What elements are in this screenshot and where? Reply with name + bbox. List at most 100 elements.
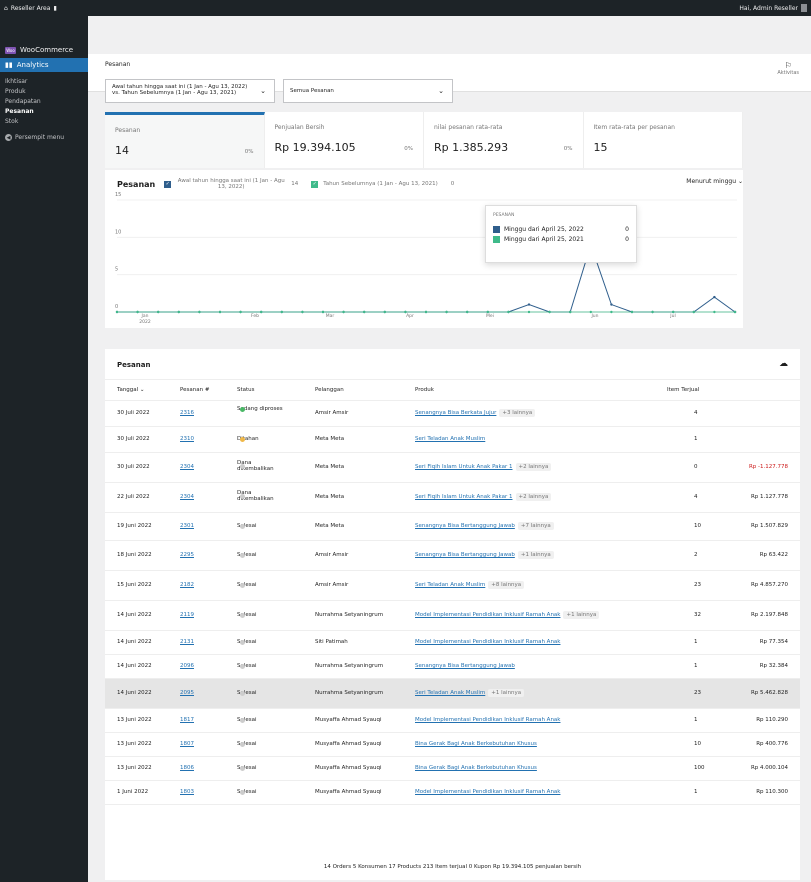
product-link[interactable]: Model Implementasi Pendidikan Inklusif R… xyxy=(415,717,560,723)
data-point-previous[interactable] xyxy=(218,310,222,314)
sidebar-item-analytics[interactable]: ▮▮ Analytics xyxy=(0,58,88,72)
data-point-previous[interactable] xyxy=(527,310,531,314)
order-link[interactable]: 2182 xyxy=(180,582,194,588)
order-link[interactable]: 2095 xyxy=(180,690,194,696)
more-products-badge[interactable]: +2 lainnya xyxy=(515,463,552,471)
product-link[interactable]: Senangnya Bisa Bertanggung Jawab xyxy=(415,523,515,529)
sidebar-woocommerce[interactable]: Woo WooCommerce xyxy=(0,42,88,58)
data-point-previous[interactable] xyxy=(136,310,139,314)
product-link[interactable]: Senangnya Bisa Bertanggung Jawab xyxy=(415,663,515,669)
more-products-badge[interactable]: +1 lainnya xyxy=(517,551,554,559)
order-link[interactable]: 1806 xyxy=(180,765,194,771)
product-link[interactable]: Bina Gerak Bagi Anak Berkebutuhan Khusus xyxy=(415,765,537,771)
summary-card-item-rata-rata[interactable]: Item rata-rata per pesanan 15 xyxy=(584,112,743,168)
data-point-current[interactable] xyxy=(713,295,716,299)
product-link[interactable]: Seri Teladan Anak Muslim xyxy=(415,436,485,442)
summary-card-penjualan-bersih[interactable]: Penjualan Bersih Rp 19.394.105 0% xyxy=(265,112,424,168)
product-link[interactable]: Model Implementasi Pendidikan Inklusif R… xyxy=(415,612,560,618)
product-link[interactable]: Model Implementasi Pendidikan Inklusif R… xyxy=(415,789,560,795)
data-point-previous[interactable] xyxy=(610,310,613,314)
product-link[interactable]: Seri Teladan Anak Muslim xyxy=(415,690,485,696)
order-link[interactable]: 2131 xyxy=(180,639,194,645)
product-link[interactable]: Bina Gerak Bagi Anak Berkebutuhan Khusus xyxy=(415,741,537,747)
data-point-previous[interactable] xyxy=(404,310,407,314)
order-link[interactable]: 2096 xyxy=(180,663,194,669)
data-point-previous[interactable] xyxy=(342,310,345,314)
column-header-produk[interactable]: Produk xyxy=(415,387,434,393)
data-point-previous[interactable] xyxy=(239,310,242,314)
comments-icon[interactable]: ▮ xyxy=(53,5,56,12)
order-link[interactable]: 2304 xyxy=(180,464,194,470)
data-point-previous[interactable] xyxy=(383,310,386,314)
data-point-current[interactable] xyxy=(610,303,613,306)
order-link[interactable]: 1803 xyxy=(180,789,194,795)
data-point-previous[interactable] xyxy=(651,310,654,314)
product-link[interactable]: Senangnya Bisa Bertanggung Jawab xyxy=(415,552,515,558)
data-point-previous[interactable] xyxy=(507,310,510,314)
more-products-badge[interactable]: +1 lainnya xyxy=(488,689,525,697)
more-products-badge[interactable]: +3 lainnya xyxy=(499,409,536,417)
more-products-badge[interactable]: +1 lainnya xyxy=(563,611,600,619)
legend-checkbox-previous[interactable]: ✓ xyxy=(311,180,319,188)
product-link[interactable]: Senangnya Bisa Berkata Jujur xyxy=(415,410,496,416)
column-header-item-terjual[interactable]: Item Terjual xyxy=(667,387,699,393)
column-header-pesanan[interactable]: Pesanan # xyxy=(180,387,209,393)
order-link[interactable]: 1807 xyxy=(180,741,194,747)
order-link[interactable]: 2316 xyxy=(180,410,194,416)
data-point-previous[interactable] xyxy=(569,310,572,314)
order-link[interactable]: 2304 xyxy=(180,494,194,500)
order-link[interactable]: 2295 xyxy=(180,552,194,558)
site-link[interactable]: ⌂ Reseller Area ▮ xyxy=(4,5,57,12)
data-point-previous[interactable] xyxy=(548,310,551,314)
account-menu[interactable]: Hai, Admin Reseller xyxy=(739,4,807,12)
column-header-pelanggan[interactable]: Pelanggan xyxy=(315,387,344,393)
order-link[interactable]: 2119 xyxy=(180,612,194,618)
order-link[interactable]: 2310 xyxy=(180,436,194,442)
date-range-picker[interactable]: Awal tahun hingga saat ini (1 Jan - Agu … xyxy=(105,79,275,103)
data-point-previous[interactable] xyxy=(177,310,180,314)
sidebar-item-pesanan[interactable]: Pesanan xyxy=(0,108,88,118)
more-products-badge[interactable]: +2 lainnya xyxy=(515,493,552,501)
data-point-previous[interactable] xyxy=(198,310,201,314)
legend-checkbox-current[interactable]: ✓ xyxy=(164,180,172,188)
more-products-badge[interactable]: +8 lainnya xyxy=(488,581,525,589)
product-link[interactable]: Seri Fiqih Islam Untuk Anak Pakar 1 xyxy=(415,464,513,470)
data-point-previous[interactable] xyxy=(692,310,695,314)
data-point-previous[interactable] xyxy=(157,310,160,314)
data-point-current[interactable] xyxy=(527,303,531,306)
data-point-previous[interactable] xyxy=(363,310,366,314)
product-link[interactable]: Seri Fiqih Islam Untuk Anak Pakar 1 xyxy=(415,494,513,500)
data-point-previous[interactable] xyxy=(301,310,304,314)
more-products-badge[interactable]: +7 lainnya xyxy=(517,522,554,530)
data-point-previous[interactable] xyxy=(466,310,469,314)
data-point-previous[interactable] xyxy=(115,310,119,314)
download-icon[interactable]: ☁ xyxy=(779,359,788,369)
order-filter-select[interactable]: Semua Pesanan ⌄ xyxy=(283,79,453,103)
sidebar-item-stok[interactable]: Stok xyxy=(0,118,88,128)
sidebar-item-ikhtisar[interactable]: Ikhtisar xyxy=(0,78,88,88)
data-point-previous[interactable] xyxy=(630,310,634,314)
data-point-previous[interactable] xyxy=(733,310,737,314)
data-point-previous[interactable] xyxy=(672,310,675,314)
data-point-previous[interactable] xyxy=(445,310,448,314)
order-link[interactable]: 1817 xyxy=(180,717,194,723)
product-link[interactable]: Seri Teladan Anak Muslim xyxy=(415,582,485,588)
summary-card-nilai-rata-rata[interactable]: nilai pesanan rata-rata Rp 1.385.293 0% xyxy=(424,112,584,168)
data-point-previous[interactable] xyxy=(713,310,716,314)
data-point-previous[interactable] xyxy=(486,310,489,314)
data-point-previous[interactable] xyxy=(280,310,283,314)
data-point-previous[interactable] xyxy=(321,310,325,314)
sidebar-item-pendapatan[interactable]: Pendapatan xyxy=(0,98,88,108)
sidebar-item-produk[interactable]: Produk xyxy=(0,88,88,98)
column-header-tanggal[interactable]: Tanggal ⌄ xyxy=(117,387,145,393)
data-point-previous[interactable] xyxy=(589,310,592,314)
product-link[interactable]: Model Implementasi Pendidikan Inklusif R… xyxy=(415,639,560,645)
activity-button[interactable]: ⚐ Aktivitas xyxy=(777,61,799,76)
interval-select[interactable]: Menurut minggu ⌄ xyxy=(686,178,743,185)
order-link[interactable]: 2301 xyxy=(180,523,194,529)
collapse-menu-button[interactable]: ◀ Persempit menu xyxy=(0,134,88,141)
data-point-previous[interactable] xyxy=(424,310,428,314)
column-header-status[interactable]: Status xyxy=(237,387,255,393)
data-point-previous[interactable] xyxy=(260,310,263,314)
summary-card-pesanan[interactable]: Pesanan 14 0% xyxy=(105,112,265,168)
